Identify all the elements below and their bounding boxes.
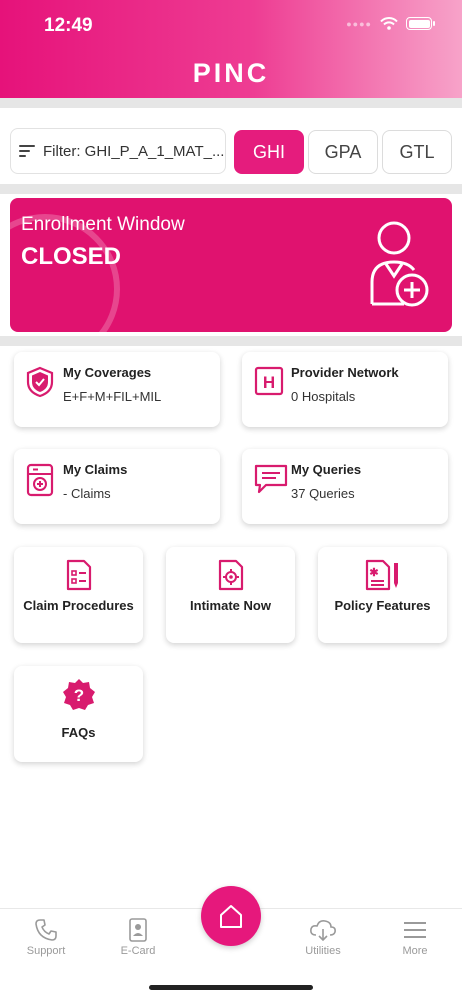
nav-ecard[interactable]: E-Card [98, 917, 178, 957]
provider-network-card[interactable]: H Provider Network 0 Hospitals [242, 352, 448, 427]
my-queries-card[interactable]: My Queries 37 Queries [242, 449, 448, 524]
card-value: - Claims [63, 486, 111, 501]
nav-label: E-Card [120, 945, 156, 957]
tile-label: Policy Features [334, 598, 431, 613]
filter-icon [19, 145, 35, 157]
my-coverages-card[interactable]: My Coverages E+F+M+FIL+MIL [14, 352, 220, 427]
tab-gpa[interactable]: GPA [308, 130, 378, 174]
cellular-signal-icon: ●●●● [346, 18, 372, 29]
my-claims-card[interactable]: My Claims - Claims [14, 449, 220, 524]
intimate-now-tile[interactable]: Intimate Now [166, 547, 295, 643]
nav-label: Support [26, 945, 66, 957]
status-icons: ●●●● [346, 17, 435, 30]
card-value: E+F+M+FIL+MIL [63, 389, 162, 404]
tab-ghi[interactable]: GHI [234, 130, 304, 174]
enrollment-window-banner[interactable]: Enrollment Window CLOSED [10, 198, 452, 332]
app-header: 12:49 ●●●● PINC [0, 0, 462, 98]
card-title: My Queries [291, 462, 362, 477]
faqs-tile[interactable]: ? FAQs [14, 666, 143, 762]
card-value: 37 Queries [291, 486, 355, 501]
cloud-download-icon [310, 920, 336, 942]
document-pen-icon: ✱ [365, 559, 398, 591]
tile-label: Claim Procedures [23, 598, 134, 613]
card-title: My Claims [63, 462, 128, 477]
svg-text:H: H [263, 373, 275, 392]
tile-label: Intimate Now [190, 598, 271, 613]
id-card-icon [129, 918, 147, 942]
policy-filter-dropdown[interactable]: Filter: GHI_P_A_1_MAT_... [10, 128, 226, 174]
svg-text:?: ? [73, 686, 83, 705]
gear-document-icon [218, 559, 243, 591]
enrollment-status: CLOSED [21, 243, 122, 270]
hospital-icon: H [254, 366, 284, 396]
status-time: 12:49 [44, 15, 93, 36]
nav-more[interactable]: More [375, 917, 455, 957]
claim-box-icon [26, 463, 54, 497]
home-icon [220, 905, 242, 928]
shield-check-icon [26, 366, 54, 398]
svg-text:✱: ✱ [369, 567, 378, 579]
menu-icon [404, 922, 426, 938]
card-title: My Coverages [63, 365, 152, 380]
pinc-logo: PINC [192, 58, 270, 88]
phone-icon [35, 919, 57, 941]
question-badge-icon: ? [62, 679, 95, 710]
tab-gtl[interactable]: GTL [382, 130, 452, 174]
checklist-document-icon [66, 559, 91, 591]
nav-label: More [402, 945, 428, 957]
battery-icon [406, 17, 435, 30]
home-button[interactable] [201, 886, 261, 946]
divider [0, 336, 462, 346]
nav-label: Utilities [305, 945, 341, 957]
nav-utilities[interactable]: Utilities [283, 917, 363, 957]
enrollment-title: Enrollment Window [21, 214, 185, 235]
wifi-icon [380, 17, 398, 30]
divider [0, 98, 462, 108]
divider [0, 184, 462, 194]
card-value: 0 Hospitals [291, 389, 356, 404]
claim-procedures-tile[interactable]: Claim Procedures [14, 547, 143, 643]
user-add-icon [370, 221, 429, 307]
policy-features-tile[interactable]: ✱ Policy Features [318, 547, 447, 643]
card-title: Provider Network [291, 365, 399, 380]
nav-support[interactable]: Support [6, 917, 86, 957]
chat-icon [254, 464, 288, 494]
home-indicator [149, 985, 313, 990]
filter-label: Filter: GHI_P_A_1_MAT_... [43, 142, 225, 160]
tile-label: FAQs [61, 725, 96, 740]
